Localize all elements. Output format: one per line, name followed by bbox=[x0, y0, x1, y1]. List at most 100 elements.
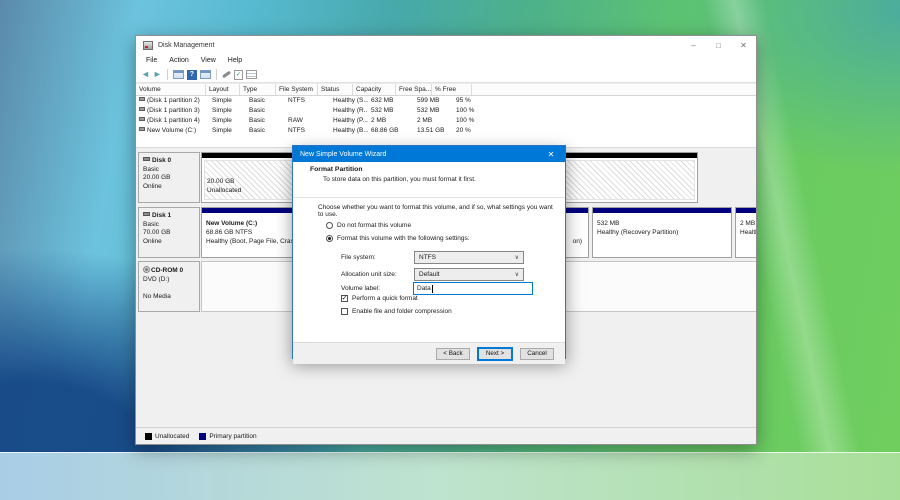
checkbox-checked-icon[interactable]: ✓ bbox=[341, 295, 348, 302]
wrench-icon[interactable] bbox=[221, 70, 231, 79]
disk-kind: Basic bbox=[143, 165, 159, 173]
column-header-type[interactable]: Type bbox=[240, 84, 276, 95]
close-button[interactable]: ✕ bbox=[731, 36, 756, 54]
cell-layout: Simple bbox=[212, 127, 232, 134]
window-titlebar[interactable]: Disk Management – □ ✕ bbox=[136, 36, 756, 54]
drive-name: CD-ROM 0 bbox=[151, 267, 184, 274]
cell-volume: (Disk 1 partition 4) bbox=[147, 117, 200, 124]
volume-icon bbox=[139, 117, 145, 121]
cell-pct-free: 95 % bbox=[456, 97, 471, 104]
column-header-status[interactable]: Status bbox=[318, 84, 353, 95]
volume-list: Volume Layout Type File System Status Ca… bbox=[136, 83, 756, 136]
radio-do-not-format[interactable]: Do not format this volume bbox=[326, 222, 411, 229]
column-header-volume[interactable]: Volume bbox=[136, 84, 206, 95]
cell-volume: (Disk 1 partition 2) bbox=[147, 97, 200, 104]
column-header-pct-free[interactable]: % Free bbox=[432, 84, 472, 95]
cell-capacity: 68.86 GB bbox=[371, 127, 399, 134]
toolbar-separator bbox=[166, 69, 168, 80]
dialog-subheading: To store data on this partition, you mus… bbox=[323, 176, 476, 183]
disk-state: Online bbox=[143, 237, 162, 245]
unallocated-legend-swatch bbox=[145, 432, 152, 440]
cell-capacity: 632 MB bbox=[371, 97, 394, 104]
cell-type: Basic bbox=[249, 127, 265, 134]
desktop: Disk Management – □ ✕ File Action View H… bbox=[0, 0, 900, 500]
cell-capacity: 2 MB bbox=[371, 117, 387, 124]
minimize-button[interactable]: – bbox=[681, 36, 706, 54]
dialog-footer: < Back Next > Cancel bbox=[293, 342, 565, 364]
cell-free-space: 532 MB bbox=[417, 107, 440, 114]
table-row[interactable]: (Disk 1 partition 3) Simple Basic Health… bbox=[136, 106, 756, 116]
cell-free-space: 599 MB bbox=[417, 97, 440, 104]
media-status: No Media bbox=[143, 293, 171, 300]
cell-pct-free: 100 % bbox=[456, 107, 475, 114]
allocation-unit-size-select[interactable]: Default ∨ bbox=[414, 268, 524, 281]
disk-size: 70.00 GB bbox=[143, 229, 171, 236]
cell-file-system: RAW bbox=[288, 117, 303, 124]
table-row[interactable]: (Disk 1 partition 2) Simple Basic NTFS H… bbox=[136, 96, 756, 106]
dialog-title: New Simple Volume Wizard bbox=[300, 150, 387, 158]
allocation-unit-size-value: Default bbox=[419, 271, 440, 278]
volume-icon bbox=[139, 127, 145, 131]
cell-volume: (Disk 1 partition 3) bbox=[147, 107, 200, 114]
cdrom-0-label[interactable]: CD-ROM 0 DVD (D:) No Media bbox=[138, 261, 200, 312]
menu-view[interactable]: View bbox=[195, 57, 222, 64]
allocation-unit-size-label: Allocation unit size: bbox=[341, 271, 397, 278]
maximize-button[interactable]: □ bbox=[706, 36, 731, 54]
forward-icon[interactable]: ► bbox=[153, 70, 162, 79]
new-simple-volume-wizard-dialog: New Simple Volume Wizard ✕ Format Partit… bbox=[292, 145, 566, 364]
volume-icon bbox=[139, 97, 145, 101]
checkbox-label: Enable file and folder compression bbox=[352, 308, 452, 315]
cell-status: Healthy (P... bbox=[333, 117, 368, 124]
volume-label-input[interactable]: Data bbox=[413, 282, 533, 295]
column-header-capacity[interactable]: Capacity bbox=[353, 84, 396, 95]
window-title: Disk Management bbox=[158, 41, 215, 49]
radio-button-selected-icon[interactable] bbox=[326, 235, 333, 242]
properties-icon[interactable] bbox=[245, 70, 257, 79]
menu-bar: File Action View Help bbox=[136, 54, 756, 67]
column-header-free-space[interactable]: Free Spa... bbox=[396, 84, 432, 95]
dialog-close-icon[interactable]: ✕ bbox=[537, 146, 565, 162]
cd-icon bbox=[143, 266, 150, 273]
radio-button-icon[interactable] bbox=[326, 222, 333, 229]
column-header-layout[interactable]: Layout bbox=[206, 84, 240, 95]
cell-status: Healthy (B... bbox=[333, 127, 368, 134]
disk-icon bbox=[143, 212, 150, 216]
quick-format-option[interactable]: ✓ Perform a quick format bbox=[341, 295, 418, 302]
partition-status: Healthy bbox=[740, 229, 756, 236]
file-system-select[interactable]: NTFS ∨ bbox=[414, 251, 524, 264]
cell-pct-free: 100 % bbox=[456, 117, 475, 124]
wallpaper-bottom-band bbox=[0, 452, 900, 500]
show-action-pane-icon[interactable] bbox=[199, 70, 211, 79]
cell-file-system: NTFS bbox=[288, 97, 305, 104]
cancel-button[interactable]: Cancel bbox=[520, 347, 554, 360]
radio-format-volume[interactable]: Format this volume with the following se… bbox=[326, 235, 470, 242]
disk-1-label[interactable]: Disk 1 Basic 70.00 GB Online bbox=[138, 207, 200, 258]
table-row[interactable]: New Volume (C:) Simple Basic NTFS Health… bbox=[136, 126, 756, 136]
volume-label-value: Data bbox=[417, 285, 431, 292]
menu-action[interactable]: Action bbox=[163, 57, 194, 64]
cell-layout: Simple bbox=[212, 97, 232, 104]
drive-letter: DVD (D:) bbox=[143, 275, 170, 283]
dialog-titlebar[interactable]: New Simple Volume Wizard ✕ bbox=[293, 146, 565, 162]
menu-help[interactable]: Help bbox=[222, 57, 248, 64]
next-button[interactable]: Next > bbox=[478, 347, 512, 360]
checkbox-unchecked-icon[interactable] bbox=[341, 308, 348, 315]
column-header-file-system[interactable]: File System bbox=[276, 84, 318, 95]
back-icon[interactable]: ◄ bbox=[141, 70, 150, 79]
compression-option[interactable]: Enable file and folder compression bbox=[341, 308, 452, 315]
menu-file[interactable]: File bbox=[140, 57, 163, 64]
volume-icon bbox=[139, 107, 145, 111]
disk-0-label[interactable]: Disk 0 Basic 20.00 GB Online bbox=[138, 152, 200, 203]
chevron-down-icon: ∨ bbox=[514, 272, 519, 278]
table-row[interactable]: (Disk 1 partition 4) Simple Basic RAW He… bbox=[136, 116, 756, 126]
refresh-disks-icon[interactable]: ✓ bbox=[233, 69, 243, 80]
text-caret bbox=[431, 284, 433, 293]
show-console-tree-icon[interactable] bbox=[172, 70, 184, 79]
partition-small[interactable]: 2 MB Healthy bbox=[735, 207, 756, 258]
help-icon[interactable]: ? bbox=[186, 69, 197, 80]
partition-recovery[interactable]: 532 MB Healthy (Recovery Partition) bbox=[592, 207, 732, 258]
disk-kind: Basic bbox=[143, 220, 159, 228]
chevron-down-icon: ∨ bbox=[514, 255, 519, 261]
primary-partition-legend-label: Primary partition bbox=[209, 432, 257, 440]
back-button[interactable]: < Back bbox=[436, 347, 470, 360]
